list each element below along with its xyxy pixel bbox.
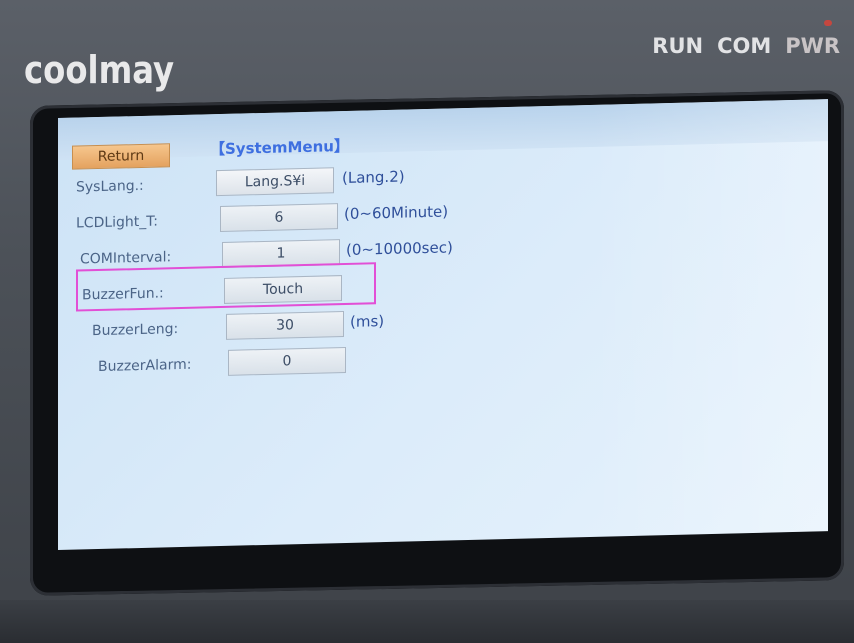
lcdlight-unit: (0~60Minute): [344, 202, 449, 224]
buzzerfun-value-button[interactable]: Touch: [224, 275, 342, 304]
buzzerfun-label: BuzzerFun.:: [82, 285, 164, 304]
com-indicator: COM: [717, 34, 772, 58]
buzzerleng-label: BuzzerLeng:: [92, 321, 179, 340]
syslang-unit: (Lang.2): [342, 167, 405, 188]
lcdlight-value-field[interactable]: 6: [220, 203, 338, 233]
buzzeralarm-label: BuzzerAlarm:: [98, 356, 192, 376]
pwr-indicator: PWR: [785, 34, 840, 58]
screen-glare: [588, 99, 828, 538]
buzzeralarm-value-field[interactable]: 0: [228, 346, 346, 376]
status-indicators: RUN COM PWR: [652, 34, 840, 58]
syslang-label: SysLang.:: [76, 177, 144, 196]
device-bottom-edge: [0, 600, 854, 643]
buzzerleng-value-field[interactable]: 30: [226, 311, 344, 340]
lcdlight-label: LCDLight_T:: [76, 213, 159, 232]
touch-screen: Return 【SystemMenu】 SysLang.: Lang.S¥i (…: [58, 99, 828, 550]
cominterval-label: COMInterval:: [80, 249, 172, 268]
buzzerleng-unit: (ms): [350, 312, 385, 331]
syslang-value-button[interactable]: Lang.S¥i: [216, 167, 334, 197]
system-menu-title: 【SystemMenu】: [210, 136, 349, 159]
cominterval-unit: (0~10000sec): [346, 238, 453, 259]
run-indicator: RUN: [652, 34, 704, 58]
brand-logo: coolmay: [24, 48, 175, 92]
return-button[interactable]: Return: [72, 143, 170, 170]
hmi-device: coolmay RUN COM PWR Return 【SystemMenu】 …: [0, 0, 854, 643]
power-led-icon: [824, 20, 832, 26]
